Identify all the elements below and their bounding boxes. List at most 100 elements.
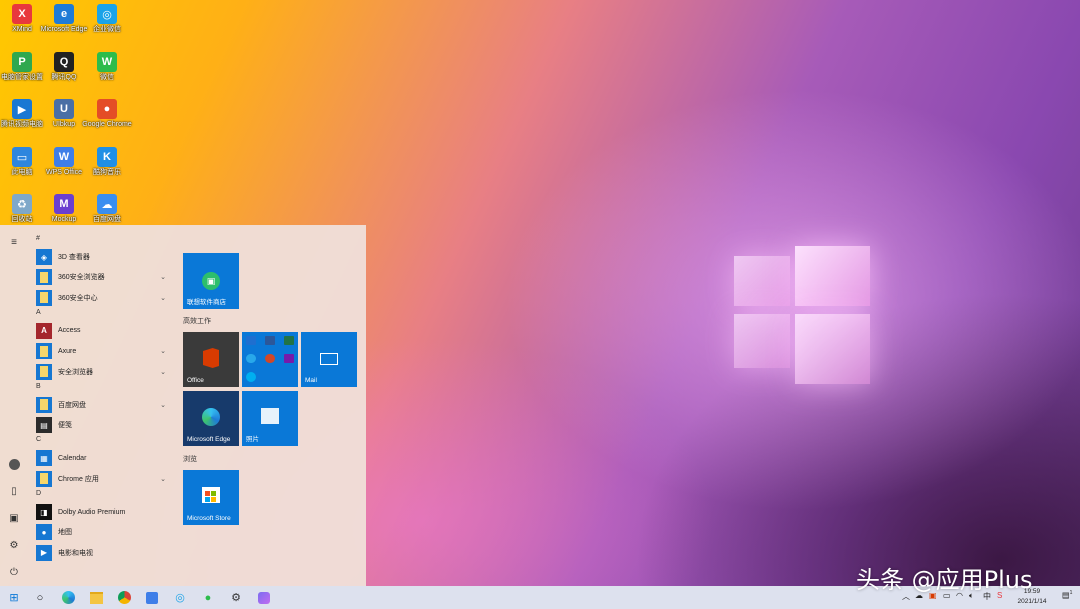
app-list-item[interactable]: ▤ 便笺 <box>36 416 174 434</box>
desktop-icon-label: 微信 <box>100 74 114 81</box>
desktop-icon[interactable]: ☁ 百度网盘 <box>79 192 135 224</box>
edge-taskbar-icon[interactable] <box>59 589 77 606</box>
tile-office[interactable]: Office <box>183 332 239 387</box>
wechat-taskbar-icon[interactable]: ● <box>199 589 217 606</box>
hamburger-menu-icon[interactable]: ≡ <box>7 235 21 249</box>
app-list-letter-header[interactable]: C <box>36 436 41 443</box>
wecom-taskbar-icon[interactable]: ◎ <box>171 589 189 606</box>
sticky-notes-icon: ▤ <box>36 417 52 434</box>
tile-microsoft-store[interactable]: Microsoft Store <box>183 470 239 525</box>
chevron-down-icon[interactable]: ⌄ <box>160 401 166 409</box>
folder-icon <box>36 343 52 360</box>
mail-icon <box>320 353 338 365</box>
video-icon: ▶ <box>12 99 32 119</box>
app-list-item[interactable]: 360安全中心 ⌄ <box>36 289 174 307</box>
chevron-down-icon[interactable]: ⌄ <box>160 273 166 281</box>
tile-mail[interactable]: Mail <box>301 332 357 387</box>
app-taskbar-icon[interactable] <box>255 589 273 606</box>
app-list-letter-header[interactable]: D <box>36 490 41 497</box>
3d-viewer-icon: ◈ <box>36 249 52 265</box>
start-menu-rail: ≡ ▯ ▣ ⚙ ⏻ <box>0 225 28 586</box>
app-list-item-label: Access <box>58 327 81 335</box>
chevron-down-icon[interactable]: ⌄ <box>160 294 166 302</box>
app-list-item[interactable]: ◨ Dolby Audio Premium <box>36 503 174 521</box>
app-list-item[interactable]: 安全浏览器 ⌄ <box>36 363 174 381</box>
chevron-down-icon[interactable]: ⌄ <box>160 475 166 483</box>
recycle-bin-icon: ♻ <box>12 194 32 214</box>
tile-lenovo-store[interactable]: ▣ 联想软件商店 <box>183 253 239 309</box>
app-list-item-label: 3D 查看器 <box>58 254 90 261</box>
app-list-item[interactable]: 360安全浏览器 ⌄ <box>36 268 174 286</box>
watermark: 头条 @应用Plus <box>856 566 1033 594</box>
desktop-icon[interactable]: K 酷狗音乐 <box>79 145 135 177</box>
pictures-icon[interactable]: ▣ <box>7 511 21 525</box>
app-list-letter-header[interactable]: # <box>36 235 40 242</box>
app-list-item[interactable]: ● 地图 <box>36 523 174 541</box>
start-windows-icon[interactable]: ⊞ <box>5 589 23 606</box>
app-list-item-label: Dolby Audio Premium <box>58 508 126 516</box>
folder-icon <box>36 289 52 306</box>
this-pc-icon: ▭ <box>12 147 32 167</box>
tile-office-apps-folder[interactable] <box>242 332 298 387</box>
app-list-item-label: 地图 <box>58 529 72 537</box>
folder-icon <box>36 396 52 413</box>
tile-group-header: 高效工作 <box>183 318 211 325</box>
chrome-icon: ● <box>97 99 117 119</box>
settings-taskbar-icon[interactable]: ⚙ <box>227 589 245 606</box>
desktop-icon[interactable]: ◎ 企业微信 <box>79 2 135 34</box>
app-list-item-label: 360安全浏览器 <box>58 274 105 282</box>
xmind-icon: X <box>12 4 32 24</box>
store-bag-icon <box>202 487 220 503</box>
app-list-item[interactable]: Chrome 应用 ⌄ <box>36 470 174 488</box>
onenote-icon <box>284 354 294 363</box>
wallpaper-windows-logo <box>734 246 870 384</box>
tile-label: Office <box>187 377 204 384</box>
app-list-item-label: 360安全中心 <box>58 294 98 302</box>
desktop-icon[interactable]: ● Google Chrome <box>79 97 135 129</box>
notification-center-icon[interactable]: ▤1 <box>1062 590 1072 600</box>
app-list-item[interactable]: 百度网盘 ⌄ <box>36 396 174 414</box>
app-list-item-label: 安全浏览器 <box>58 368 93 376</box>
app-list-item[interactable]: Axure ⌄ <box>36 342 174 360</box>
user-avatar-icon[interactable] <box>7 457 21 471</box>
desktop-icon-label: 酷狗音乐 <box>93 169 121 176</box>
clock-date: 2021/1/14 <box>1017 598 1047 605</box>
app-list-item[interactable]: ▶ 电影和电视 <box>36 544 174 562</box>
file-explorer-icon[interactable] <box>87 589 105 606</box>
app-list-item-label: 便笺 <box>58 422 72 430</box>
desktop-icon-label: 百度网盘 <box>93 216 121 223</box>
start-menu: ≡ ▯ ▣ ⚙ ⏻ # ◈ 3D 查看器 360安全浏览器 ⌄ 360安全中心 ⌄ A A Acc… <box>0 225 366 586</box>
documents-icon[interactable]: ▯ <box>7 484 21 498</box>
tile-edge[interactable]: Microsoft Edge <box>183 391 239 446</box>
app-list-letter-header[interactable]: B <box>36 383 41 390</box>
settings-gear-icon[interactable]: ⚙ <box>7 538 21 552</box>
app-list-item[interactable]: ▦ Calendar <box>36 449 174 467</box>
app-list-item-label: Axure <box>58 347 77 355</box>
chevron-down-icon[interactable]: ⌄ <box>160 368 166 376</box>
tile-label: 联想软件商店 <box>187 299 226 306</box>
tile-group-header: 浏览 <box>183 456 197 463</box>
app-list-item[interactable]: ◈ 3D 查看器 <box>36 248 174 266</box>
movies-icon: ▶ <box>36 544 52 561</box>
app-list[interactable]: # ◈ 3D 查看器 360安全浏览器 ⌄ 360安全中心 ⌄ A A Access Axure ⌄ 安… <box>30 231 178 586</box>
photos-icon <box>261 408 279 424</box>
search-circle-icon[interactable]: ○ <box>31 589 49 606</box>
chevron-down-icon[interactable]: ⌄ <box>160 347 166 355</box>
tile-photos[interactable]: 照片 <box>242 391 298 446</box>
wechat-icon: W <box>97 52 117 72</box>
app-list-item[interactable]: A Access <box>36 322 174 340</box>
chrome-taskbar-icon[interactable] <box>115 589 133 606</box>
power-icon[interactable]: ⏻ <box>7 565 21 579</box>
onedrive-icon <box>246 354 256 363</box>
maps-icon: ● <box>36 524 52 541</box>
powerpoint-icon <box>265 354 275 363</box>
folder-icon <box>36 269 52 286</box>
app-list-item-label: Calendar <box>58 454 87 462</box>
tile-label: Microsoft Store <box>187 515 231 522</box>
desktop-icon[interactable]: W 微信 <box>79 50 135 82</box>
baidu-netdisk-icon: ☁ <box>97 194 117 214</box>
wps-taskbar-icon[interactable] <box>143 589 161 606</box>
office-icon <box>203 348 219 368</box>
app-list-letter-header[interactable]: A <box>36 309 41 316</box>
tile-label: Microsoft Edge <box>187 436 231 443</box>
